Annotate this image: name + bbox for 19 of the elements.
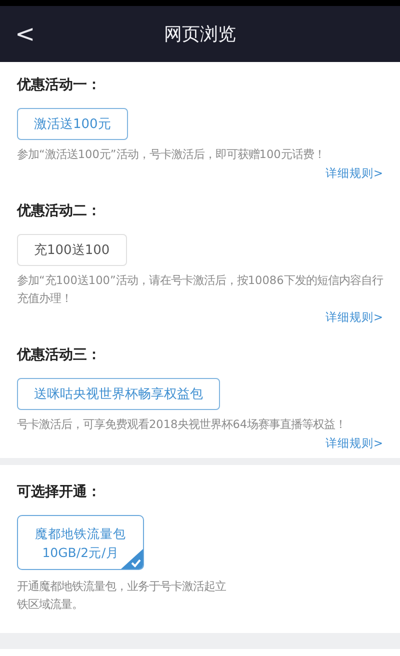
section-title: 优惠活动一： — [17, 76, 102, 94]
promo-option[interactable]: 激活送100元 — [17, 108, 128, 140]
promo-description: 参加“激活送100元”活动，号卡激活后，即可获赠100元话费！ — [17, 147, 326, 163]
check-icon — [121, 549, 143, 569]
back-button[interactable]: < — [0, 20, 50, 48]
section-title: 可选择开通： — [17, 483, 102, 501]
promo-description: 号卡激活后，可享免费观看2018央视世界杯64场赛事直播等权益！ — [17, 417, 348, 433]
package-description: 铁区域流量。 — [17, 597, 84, 613]
page-title: 网页浏览 — [163, 23, 237, 46]
rules-link[interactable]: 详细规则> — [325, 434, 383, 452]
section-title: 优惠活动二： — [17, 202, 102, 220]
package-option[interactable]: 魔都地铁流量包 10GB/2元/月 — [17, 515, 144, 570]
promo-description: 参加“充100送100”活动，请在号卡激活后，按10086下发的短信内容自行充值办理！ — [17, 273, 383, 307]
package-description: 开通魔都地铁流量包，业务于号卡激活起立 — [17, 579, 227, 595]
rules-link[interactable]: 详细规则> — [325, 308, 383, 326]
rules-link[interactable]: 详细规则> — [325, 164, 383, 182]
section-title: 优惠活动三： — [17, 346, 102, 364]
promo-option[interactable]: 送咪咕央视世界杯畅享权益包 — [17, 378, 220, 410]
promo-option[interactable]: 充100送100 — [17, 234, 127, 266]
